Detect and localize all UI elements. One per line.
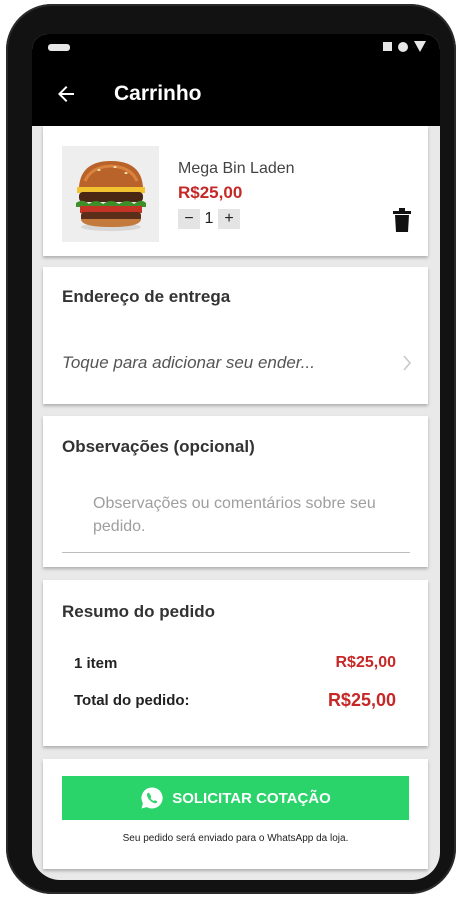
cart-content[interactable]: Mega Bin Laden R$25,00 − 1 + Endereço de… bbox=[32, 126, 440, 880]
back-button[interactable] bbox=[46, 74, 86, 114]
signal-icon bbox=[414, 41, 426, 52]
trash-icon bbox=[393, 208, 411, 232]
increment-button[interactable]: + bbox=[218, 209, 240, 229]
product-price: R$25,00 bbox=[178, 183, 243, 202]
product-image bbox=[62, 146, 159, 242]
notes-card: Observações (opcional) Observações ou co… bbox=[43, 416, 428, 567]
quantity-value: 1 bbox=[204, 210, 214, 227]
checkout-card: SOLICITAR COTAÇÃO Seu pedido será enviad… bbox=[43, 759, 428, 869]
notes-input[interactable]: Observações ou comentários sobre seu ped… bbox=[93, 492, 393, 538]
decrement-button[interactable]: − bbox=[178, 209, 200, 229]
items-subtotal: R$25,00 bbox=[335, 654, 397, 671]
add-address-row[interactable]: Toque para adicionar seu ender... bbox=[62, 353, 412, 373]
request-quote-button[interactable]: SOLICITAR COTAÇÃO bbox=[62, 776, 409, 820]
notes-title: Observações (opcional) bbox=[62, 437, 255, 456]
arrow-left-icon bbox=[58, 86, 74, 102]
burger-icon bbox=[75, 161, 146, 231]
app-bar: Carrinho bbox=[32, 62, 440, 126]
status-icons bbox=[383, 41, 426, 52]
status-bar bbox=[32, 34, 440, 62]
notes-underline bbox=[62, 552, 410, 553]
checkout-note: Seu pedido será enviado para o WhatsApp … bbox=[122, 833, 349, 844]
summary-total-row: Total do pedido: R$25,00 bbox=[74, 690, 396, 711]
request-quote-label: SOLICITAR COTAÇÃO bbox=[172, 789, 331, 807]
total-value: R$25,00 bbox=[327, 690, 396, 710]
address-placeholder: Toque para adicionar seu ender... bbox=[62, 353, 315, 372]
whatsapp-icon bbox=[141, 787, 163, 809]
product-name: Mega Bin Laden bbox=[178, 160, 295, 177]
status-pill-icon bbox=[48, 44, 70, 51]
items-count-label: 1 item bbox=[74, 654, 118, 672]
address-card: Endereço de entrega Toque para adicionar… bbox=[43, 267, 428, 404]
cart-item-card: Mega Bin Laden R$25,00 − 1 + bbox=[43, 126, 428, 256]
summary-title: Resumo do pedido bbox=[62, 602, 215, 621]
stop-icon bbox=[383, 42, 392, 51]
quantity-stepper: − 1 + bbox=[178, 209, 240, 229]
address-title: Endereço de entrega bbox=[62, 287, 231, 306]
record-icon bbox=[398, 41, 408, 52]
screen: Carrinho Mega Bin Laden R$25,00 − 1 + En… bbox=[32, 34, 440, 880]
summary-items-row: 1 item R$25,00 bbox=[74, 654, 396, 672]
order-summary-card: Resumo do pedido 1 item R$25,00 Total do… bbox=[43, 580, 428, 746]
total-label: Total do pedido: bbox=[74, 692, 190, 709]
page-title: Carrinho bbox=[114, 82, 202, 105]
delete-item-button[interactable] bbox=[392, 208, 412, 237]
phone-frame: Carrinho Mega Bin Laden R$25,00 − 1 + En… bbox=[6, 4, 456, 894]
chevron-right-icon bbox=[403, 355, 412, 371]
